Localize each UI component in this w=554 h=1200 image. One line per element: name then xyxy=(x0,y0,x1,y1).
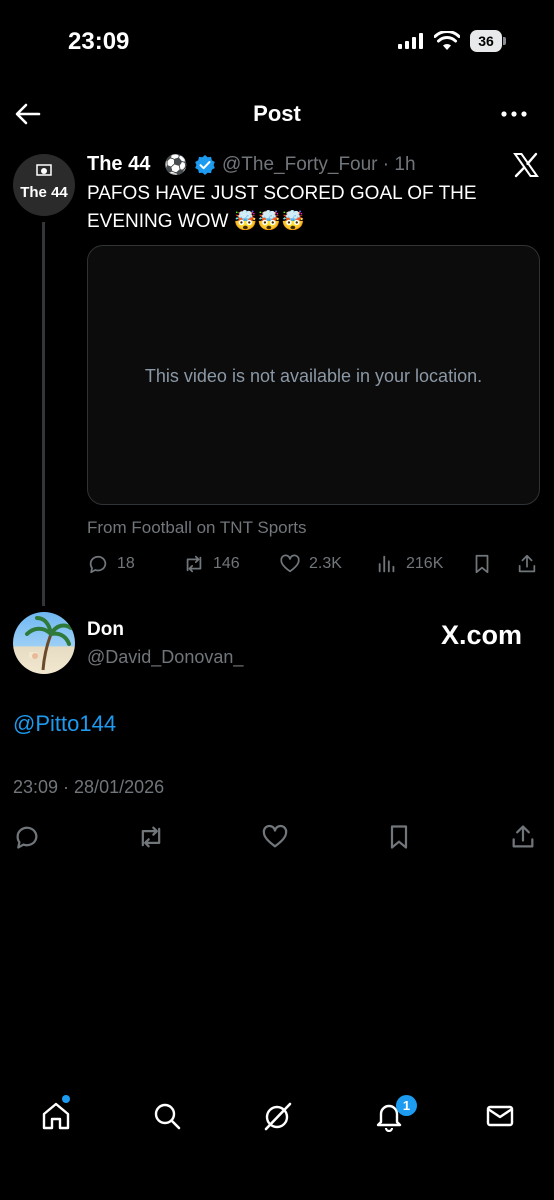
avatar-label: The 44 xyxy=(20,184,68,201)
post-age: 1h xyxy=(394,154,416,175)
post-timestamp[interactable]: 23:09 · 28/01/2026 xyxy=(13,777,164,798)
notification-badge: 1 xyxy=(396,1095,417,1116)
heart-icon xyxy=(280,554,300,573)
status-time: 23:09 xyxy=(68,28,130,55)
soccer-goal-icon xyxy=(36,164,52,176)
avatar-don[interactable] xyxy=(13,612,75,674)
repost-icon[interactable] xyxy=(137,823,165,851)
verified-badge-icon xyxy=(195,155,215,175)
views-chart-icon xyxy=(378,555,395,573)
share-icon[interactable] xyxy=(509,823,537,851)
home-unread-dot xyxy=(62,1095,70,1103)
thread-connector xyxy=(42,222,45,606)
author-name[interactable]: The 44 xyxy=(87,153,150,176)
heart-icon[interactable] xyxy=(261,823,289,851)
signal-icon xyxy=(398,33,423,49)
x-logo-icon xyxy=(513,152,539,178)
wifi-icon xyxy=(434,31,460,50)
like-button[interactable]: 2.3K xyxy=(279,552,342,576)
battery-level: 36 xyxy=(470,30,502,52)
reply-author-handle[interactable]: @David_Donovan_ xyxy=(87,647,243,668)
x-com-brand: X.com xyxy=(441,620,523,650)
repost-icon xyxy=(186,555,202,573)
post-text: PAFOS HAVE JUST SCORED GOAL OF THE EVENI… xyxy=(87,183,477,232)
views-button[interactable]: 216K xyxy=(376,552,443,576)
reply-icon xyxy=(89,555,107,574)
video-unavailable-message: This video is not available in your loca… xyxy=(144,366,483,386)
battery-indicator: 36 xyxy=(470,30,506,52)
view-count: 216K xyxy=(406,555,444,572)
bookmark-icon xyxy=(475,554,489,574)
bookmark-button[interactable] xyxy=(471,552,493,576)
page-title: Post xyxy=(253,101,301,126)
video-source[interactable]: From Football on TNT Sports xyxy=(87,518,307,538)
more-options-icon[interactable] xyxy=(499,102,529,126)
like-count: 2.3K xyxy=(309,555,342,572)
share-button[interactable] xyxy=(516,552,538,576)
share-icon xyxy=(518,554,536,573)
repost-button[interactable]: 146 xyxy=(183,552,240,576)
repost-count: 146 xyxy=(213,555,240,572)
author-handle: @The_Forty_Four xyxy=(222,154,378,175)
reply-button[interactable]: 18 xyxy=(87,552,135,576)
avatar-the-44[interactable]: The 44 xyxy=(13,154,75,216)
beach-palm-icon xyxy=(25,616,73,671)
grok-icon[interactable] xyxy=(262,1100,294,1132)
bookmark-icon[interactable] xyxy=(385,823,413,851)
mention-link[interactable]: @Pitto144 xyxy=(13,711,116,737)
search-icon[interactable] xyxy=(151,1100,183,1132)
home-icon[interactable] xyxy=(40,1100,72,1132)
name-emoji: ⚽ xyxy=(164,155,188,176)
reply-count: 18 xyxy=(117,555,135,572)
author-handle-line[interactable]: @The_Forty_Four · 1h xyxy=(222,154,416,176)
messages-envelope-icon[interactable] xyxy=(484,1100,516,1132)
reply-author-name[interactable]: Don xyxy=(87,619,124,641)
reply-icon[interactable] xyxy=(13,823,41,851)
